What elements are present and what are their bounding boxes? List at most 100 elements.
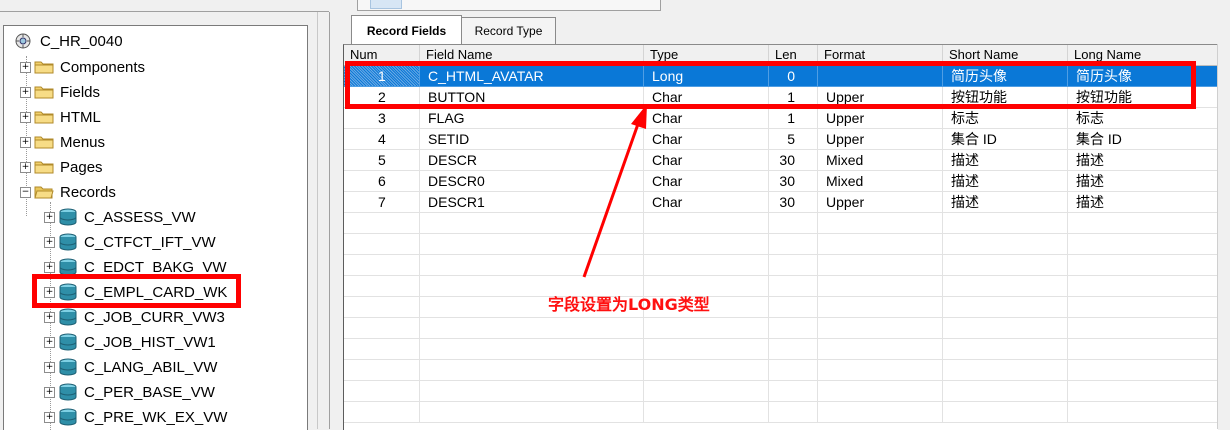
expand-toggle[interactable]: + — [20, 161, 31, 173]
project-icon — [13, 32, 33, 50]
database-icon — [58, 408, 78, 426]
expand-toggle[interactable]: + — [44, 361, 55, 373]
cell-field — [420, 213, 644, 234]
tree-record-label: C_CTFCT_IFT_VW — [84, 233, 216, 251]
empty-row[interactable] — [344, 402, 1218, 423]
header-button[interactable] — [370, 0, 402, 9]
tree-folder-label: Menus — [60, 133, 106, 151]
tree-root[interactable]: C_HR_0040 — [13, 30, 123, 52]
empty-row[interactable] — [344, 360, 1218, 381]
expand-toggle[interactable]: + — [44, 311, 55, 323]
database-icon — [58, 308, 78, 326]
database-icon — [58, 208, 78, 226]
expand-toggle[interactable]: + — [44, 411, 55, 423]
expand-toggle[interactable]: + — [44, 386, 55, 398]
empty-row[interactable] — [344, 318, 1218, 339]
cell-type: Char — [644, 192, 769, 213]
cell-long — [1068, 297, 1218, 318]
tree-record-label: C_LANG_ABIL_VW — [84, 358, 218, 376]
cell-num: 6 — [344, 171, 420, 192]
tree-record-item[interactable]: + C_PRE_WK_EX_VW — [44, 406, 227, 428]
empty-row[interactable] — [344, 339, 1218, 360]
empty-row[interactable] — [344, 276, 1218, 297]
tree-record-item[interactable]: + C_LANG_ABIL_VW — [44, 356, 217, 378]
empty-row[interactable] — [344, 297, 1218, 318]
tree-folder-pages[interactable]: + Pages — [20, 156, 103, 178]
cell-short — [943, 318, 1068, 339]
project-tree[interactable]: C_HR_0040 + Components + Fields + HTML + Menus + P… — [3, 25, 308, 430]
cell-len — [769, 255, 818, 276]
empty-row[interactable] — [344, 255, 1218, 276]
tree-record-item[interactable]: + C_PER_BASE_VW — [44, 381, 215, 403]
expand-toggle[interactable]: + — [20, 136, 31, 148]
cell-type: Char — [644, 171, 769, 192]
cell-field: FLAG — [420, 108, 644, 129]
cell-len — [769, 234, 818, 255]
tree-record-label: C_PRE_WK_EX_VW — [84, 408, 228, 426]
expand-toggle[interactable]: + — [20, 86, 31, 98]
tree-folder-fields[interactable]: + Fields — [20, 81, 100, 103]
table-row[interactable]: 4 SETID Char 5 Upper 集合 ID 集合 ID — [344, 129, 1218, 150]
cell-short — [943, 402, 1068, 423]
cell-long — [1068, 255, 1218, 276]
cell-short: 描述 — [943, 150, 1068, 171]
cell-num: 5 — [344, 150, 420, 171]
expand-toggle[interactable]: + — [44, 211, 55, 223]
cell-format — [818, 360, 943, 381]
cell-len: 30 — [769, 150, 818, 171]
tree-record-item[interactable]: + C_ASSESS_VW — [44, 206, 196, 228]
database-icon — [58, 358, 78, 376]
table-row[interactable]: 5 DESCR Char 30 Mixed 描述 描述 — [344, 150, 1218, 171]
tree-record-item[interactable]: + C_JOB_CURR_VW3 — [44, 306, 225, 328]
pane-splitter[interactable] — [317, 12, 329, 429]
cell-long: 描述 — [1068, 150, 1218, 171]
empty-row[interactable] — [344, 213, 1218, 234]
cell-field: DESCR — [420, 150, 644, 171]
tree-folder-components[interactable]: + Components — [20, 56, 145, 78]
cell-long — [1068, 381, 1218, 402]
tab-record-type[interactable]: Record Type — [461, 17, 556, 44]
expand-toggle[interactable]: − — [20, 186, 31, 198]
folder-icon — [34, 85, 54, 99]
tree-record-item[interactable]: + C_CTFCT_IFT_VW — [44, 231, 216, 253]
cell-num — [344, 276, 420, 297]
expand-toggle[interactable]: + — [44, 261, 55, 273]
cell-field — [420, 318, 644, 339]
tree-folder-label: Fields — [60, 83, 101, 101]
cell-format — [818, 234, 943, 255]
tree-record-item[interactable]: + C_JOB_HIST_VW1 — [44, 331, 216, 353]
table-row[interactable]: 3 FLAG Char 1 Upper 标志 标志 — [344, 108, 1218, 129]
highlight-box-selected-row — [345, 61, 1196, 109]
expand-toggle[interactable]: + — [20, 111, 31, 123]
cell-short: 标志 — [943, 108, 1068, 129]
tree-folder-label: Components — [60, 58, 146, 76]
cell-format: Upper — [818, 192, 943, 213]
cell-short — [943, 276, 1068, 297]
cell-len: 30 — [769, 171, 818, 192]
cell-type: Char — [644, 150, 769, 171]
highlight-box-record-node — [32, 274, 241, 308]
cell-long — [1068, 402, 1218, 423]
cell-num: 7 — [344, 192, 420, 213]
cell-type — [644, 381, 769, 402]
tree-folder-html[interactable]: + HTML — [20, 106, 101, 128]
folder-icon — [34, 60, 54, 74]
tree-folder-menus[interactable]: + Menus — [20, 131, 105, 153]
empty-row[interactable] — [344, 234, 1218, 255]
folder-icon — [34, 160, 54, 174]
cell-long: 标志 — [1068, 108, 1218, 129]
cell-num — [344, 318, 420, 339]
expand-toggle[interactable]: + — [20, 61, 31, 73]
tab-record-fields[interactable]: Record Fields — [351, 15, 462, 45]
cell-len: 30 — [769, 192, 818, 213]
expand-toggle[interactable]: + — [44, 336, 55, 348]
table-row[interactable]: 7 DESCR1 Char 30 Upper 描述 描述 — [344, 192, 1218, 213]
vertical-scrollbar[interactable] — [1217, 44, 1230, 429]
cell-short — [943, 360, 1068, 381]
table-row[interactable]: 6 DESCR0 Char 30 Mixed 描述 描述 — [344, 171, 1218, 192]
tree-folder-records[interactable]: − Records — [20, 181, 116, 203]
cell-type — [644, 360, 769, 381]
empty-row[interactable] — [344, 381, 1218, 402]
expand-toggle[interactable]: + — [44, 236, 55, 248]
cell-num: 4 — [344, 129, 420, 150]
